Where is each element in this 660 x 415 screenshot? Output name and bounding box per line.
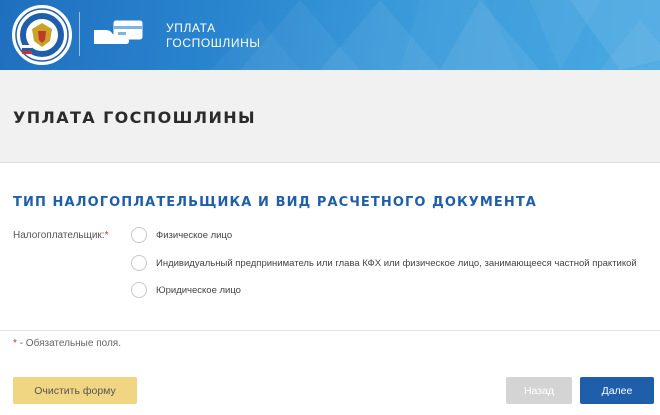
taxpayer-field-label: Налогоплательщик:* — [13, 230, 109, 241]
fns-logo[interactable] — [12, 5, 72, 65]
next-button[interactable]: Далее — [580, 377, 654, 404]
hand-card-icon — [94, 20, 143, 44]
radio-button[interactable] — [131, 282, 147, 298]
radio-button[interactable] — [131, 227, 147, 243]
page-title-band: УПЛАТА ГОСПОШЛИНЫ — [0, 70, 660, 163]
header-title-line2: ГОСПОШЛИНЫ — [166, 36, 261, 50]
required-note-text: - Обязательные поля. — [16, 338, 121, 349]
radio-button[interactable] — [131, 255, 147, 271]
required-fields-note: * - Обязательные поля. — [13, 338, 121, 349]
back-button[interactable]: Назад — [506, 377, 572, 404]
clear-form-button[interactable]: Очистить форму — [13, 377, 137, 404]
form-separator — [0, 330, 660, 331]
header-divider — [79, 12, 80, 56]
required-mark: * — [104, 230, 109, 241]
section-title: ТИП НАЛОГОПЛАТЕЛЬЩИКА И ВИД РАСЧЕТНОГО Д… — [13, 195, 537, 210]
radio-label[interactable]: Юридическое лицо — [156, 285, 241, 296]
radio-option-legal-entity[interactable]: Юридическое лицо — [131, 282, 241, 298]
radio-label[interactable]: Физическое лицо — [156, 230, 232, 241]
page-title: УПЛАТА ГОСПОШЛИНЫ — [13, 108, 257, 127]
radio-option-individual[interactable]: Физическое лицо — [131, 227, 232, 243]
header-title-line1: УПЛАТА — [166, 21, 216, 35]
fns-emblem-icon — [15, 8, 69, 62]
site-header: УПЛАТА ГОСПОШЛИНЫ — [0, 0, 660, 70]
taxpayer-label-text: Налогоплательщик: — [13, 230, 105, 241]
radio-label[interactable]: Индивидуальный предприниматель или глава… — [156, 258, 637, 269]
header-title[interactable]: УПЛАТА ГОСПОШЛИНЫ — [166, 21, 286, 51]
radio-option-entrepreneur[interactable]: Индивидуальный предприниматель или глава… — [131, 255, 637, 271]
